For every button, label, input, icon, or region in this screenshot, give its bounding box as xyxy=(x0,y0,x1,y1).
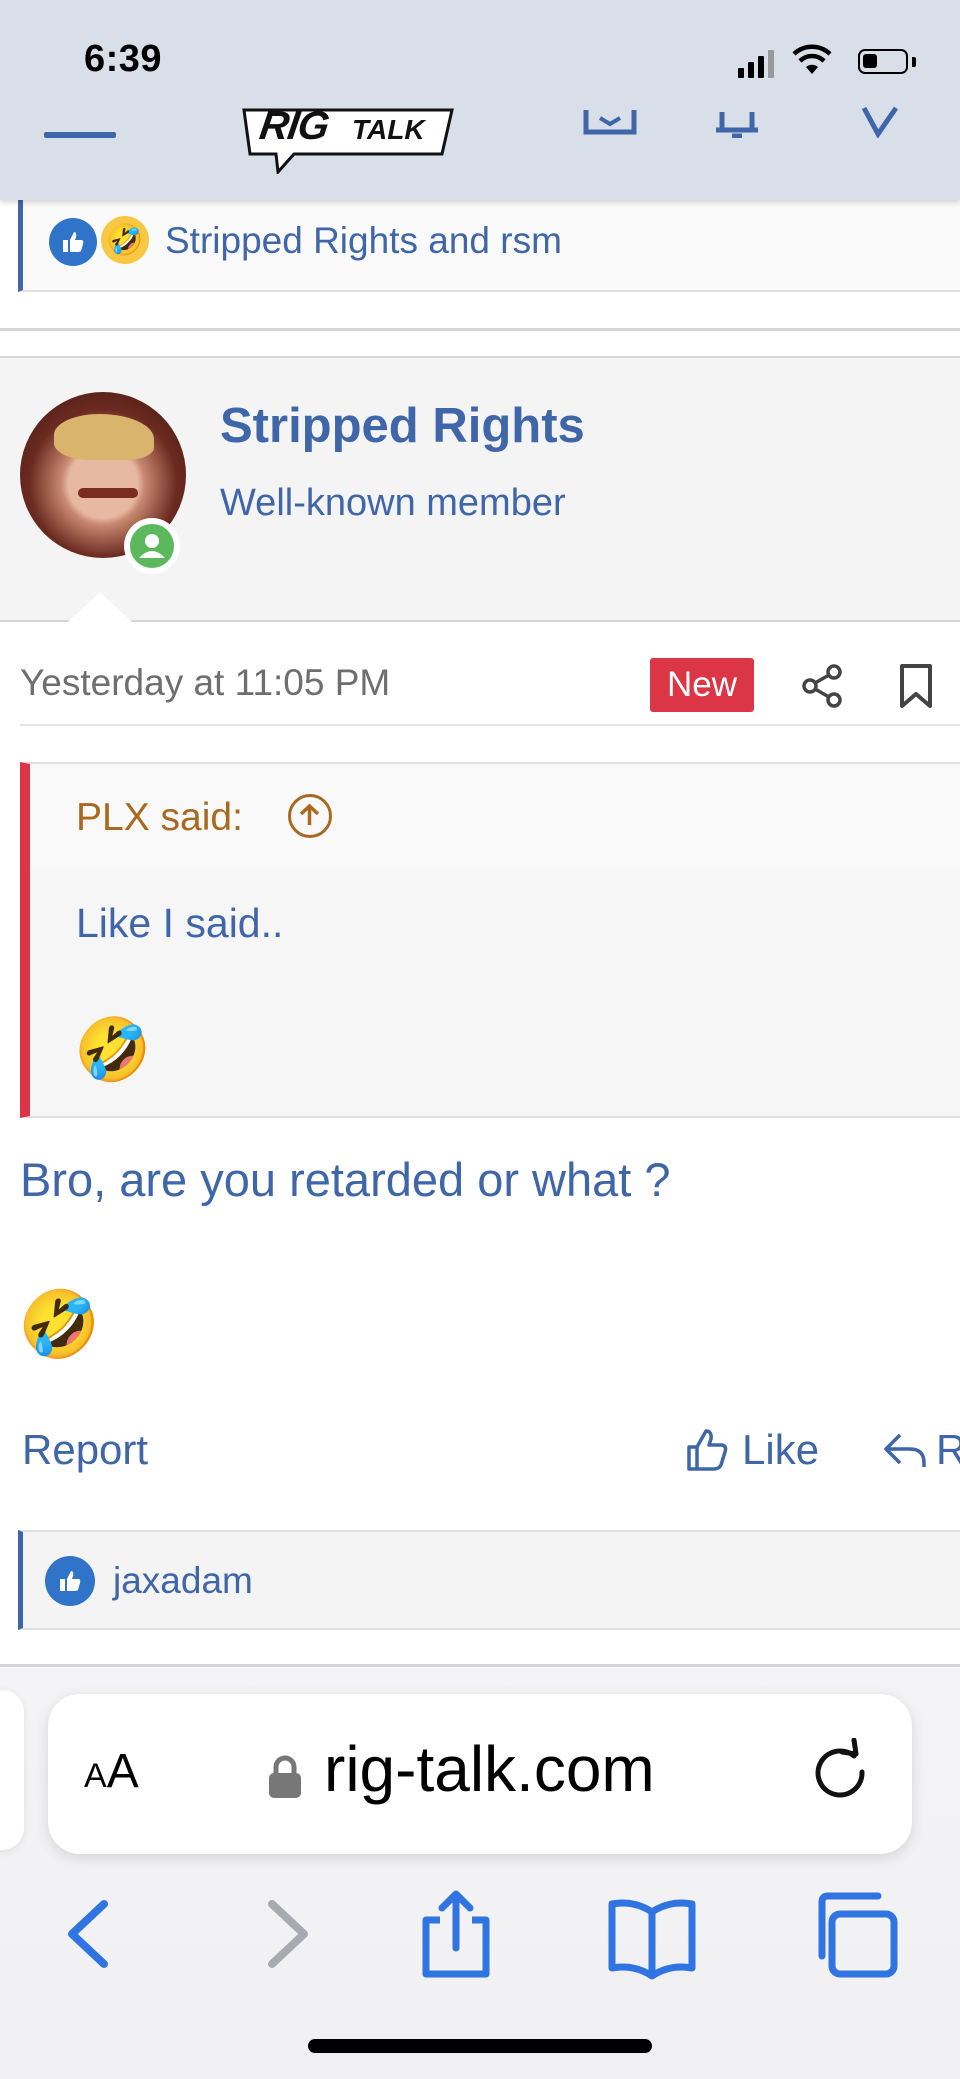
username[interactable]: Stripped Rights xyxy=(220,398,585,454)
status-time: 6:39 xyxy=(84,38,163,80)
reply-label: Reply xyxy=(936,1426,960,1473)
top-navigation-bar: 6:39 RIG TALK xyxy=(0,0,960,200)
message-pointer xyxy=(68,592,132,622)
share-sheet-icon[interactable] xyxy=(408,1890,504,1980)
reload-icon[interactable] xyxy=(808,1738,872,1802)
reaction-users[interactable]: jaxadam xyxy=(113,1560,253,1602)
logo-sub: TALK xyxy=(352,114,425,145)
nav-icons xyxy=(560,100,920,140)
menu-icon[interactable] xyxy=(44,132,116,138)
reader-settings-button[interactable]: AA xyxy=(84,1744,139,1799)
back-icon[interactable] xyxy=(48,1890,144,1980)
bookmarks-icon[interactable] xyxy=(604,1890,700,1980)
signal-bar xyxy=(768,50,774,78)
reply-button[interactable]: Reply xyxy=(882,1420,960,1480)
quote-emoji: 🤣 xyxy=(74,1016,152,1085)
address-bar[interactable]: AA rig-talk.com xyxy=(48,1694,912,1854)
compose-icon[interactable] xyxy=(856,104,900,138)
status-icons xyxy=(738,44,918,78)
message-text: Bro, are you retarded or what ? xyxy=(20,1153,671,1206)
like-reaction-icon xyxy=(45,1556,95,1606)
quote-author[interactable]: PLX said: xyxy=(76,796,243,840)
previous-tab[interactable] xyxy=(0,1690,24,1850)
battery-icon xyxy=(858,49,908,74)
post-date[interactable]: Yesterday at 11:05 PM xyxy=(20,662,390,704)
wifi-icon xyxy=(792,44,832,74)
reply-icon xyxy=(884,1433,926,1467)
signal-bar xyxy=(758,56,764,78)
forward-icon[interactable] xyxy=(232,1890,328,1980)
like-reaction-icon xyxy=(49,218,97,266)
browser-nav-toolbar xyxy=(0,1880,960,1980)
reaction-users[interactable]: Stripped Rights and rsm xyxy=(165,220,562,262)
bookmark-icon[interactable] xyxy=(896,662,936,710)
reaction-summary[interactable]: jaxadam xyxy=(18,1530,960,1630)
user-title: Well-known member xyxy=(220,482,566,524)
thumbs-up-icon xyxy=(687,1429,728,1471)
like-button[interactable]: Like xyxy=(684,1420,819,1480)
like-label: Like xyxy=(742,1426,820,1473)
quote-block: PLX said: Like I said.. 🤣 xyxy=(20,762,960,1118)
divider xyxy=(0,328,960,331)
quote-jump-icon[interactable] xyxy=(288,794,332,838)
message-emoji: 🤣 xyxy=(18,1287,101,1361)
online-status-icon xyxy=(124,518,180,574)
share-icon[interactable] xyxy=(798,662,846,710)
post-meta: Yesterday at 11:05 PM New xyxy=(20,622,960,726)
report-link[interactable]: Report xyxy=(22,1426,148,1474)
bell-icon[interactable] xyxy=(712,108,762,138)
lock-icon xyxy=(269,1755,301,1798)
home-indicator[interactable] xyxy=(308,2039,652,2053)
signal-bar xyxy=(748,62,754,78)
site-logo[interactable]: RIG TALK xyxy=(242,104,456,174)
laugh-reaction-icon: 🤣 xyxy=(101,216,149,264)
logo-text: RIG xyxy=(256,104,332,148)
new-badge: New xyxy=(650,658,754,712)
url-text[interactable]: rig-talk.com xyxy=(324,1732,655,1806)
signal-icon xyxy=(738,68,744,78)
tabs-icon[interactable] xyxy=(808,1890,904,1980)
divider xyxy=(0,1664,960,1667)
quote-text: Like I said.. xyxy=(76,900,284,946)
inbox-icon[interactable] xyxy=(580,108,640,138)
reaction-summary[interactable]: 🤣 Stripped Rights and rsm xyxy=(18,200,960,292)
